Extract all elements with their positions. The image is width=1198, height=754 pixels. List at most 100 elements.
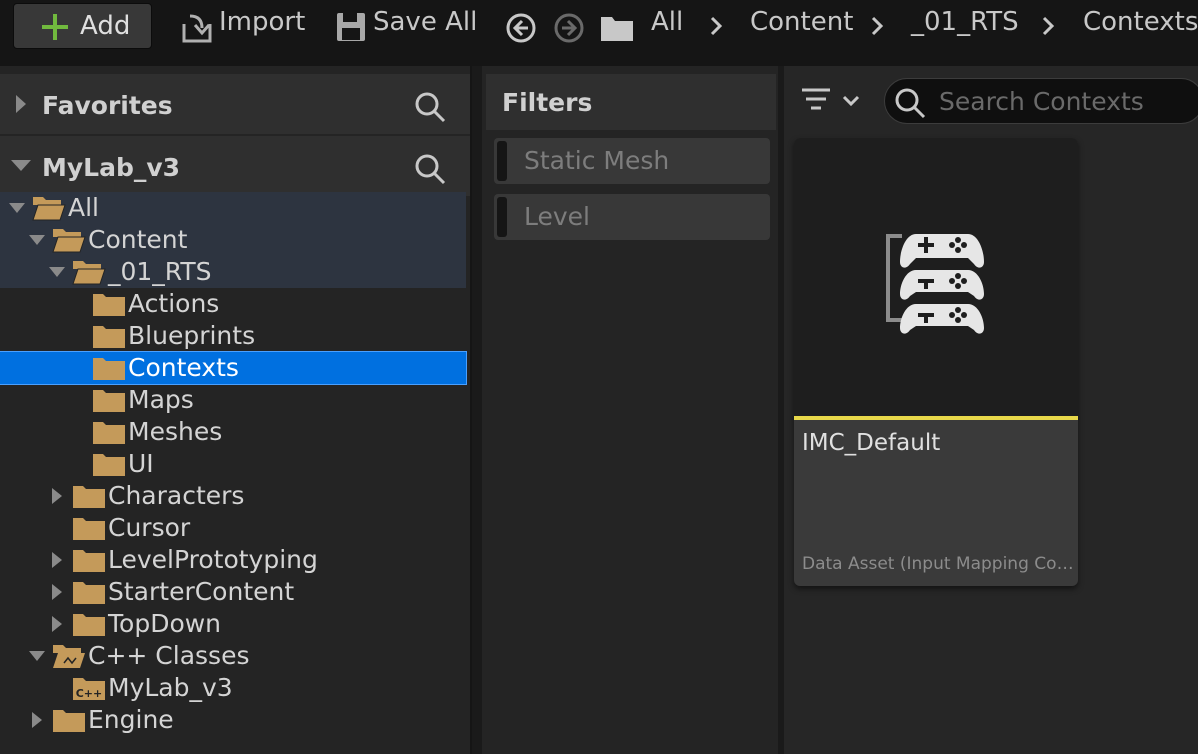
tree-item-meshes[interactable]: Meshes: [0, 416, 466, 448]
tree-item-label: Cursor: [108, 513, 191, 542]
search-icon[interactable]: [414, 153, 446, 185]
folder-icon: [93, 294, 125, 316]
favorites-title: Favorites: [42, 91, 173, 120]
add-label: Add: [80, 11, 131, 41]
tree-item-characters[interactable]: Characters: [0, 480, 466, 512]
svg-text:C++: C++: [76, 687, 103, 700]
tree-item-01-rts[interactable]: _01_RTS: [0, 256, 466, 288]
tree-item-levelprototyping[interactable]: LevelPrototyping: [0, 544, 466, 576]
tree-item-actions[interactable]: Actions: [0, 288, 466, 320]
filter-toggle[interactable]: [497, 197, 507, 237]
breadcrumb-all[interactable]: All: [651, 7, 683, 37]
save-all-button[interactable]: Save All: [373, 7, 477, 37]
tree-item-label: _01_RTS: [108, 257, 212, 286]
expand-arrow-icon[interactable]: [48, 487, 66, 505]
tree-item-topdown[interactable]: TopDown: [0, 608, 466, 640]
filter-chip-label: Level: [524, 202, 590, 231]
tree-item-content[interactable]: Content: [0, 224, 466, 256]
collapse-arrow-icon[interactable]: [10, 158, 32, 172]
asset-tile[interactable]: IMC_Default Data Asset (Input Mapping Co…: [794, 138, 1078, 586]
chevron-right-icon[interactable]: [1040, 14, 1056, 38]
tree-item-label: Characters: [108, 481, 245, 510]
collapse-arrow-icon[interactable]: [8, 199, 26, 217]
folder-icon: [53, 710, 85, 732]
add-button[interactable]: Add: [13, 3, 152, 49]
tree-item-engine[interactable]: Engine: [0, 704, 466, 736]
tree-item-label: Contexts: [128, 353, 239, 382]
code-folder-open-icon: [53, 645, 85, 668]
cpp-folder-icon: C++: [73, 678, 105, 700]
tree-item-cursor[interactable]: Cursor: [0, 512, 466, 544]
filter-chip-static-mesh[interactable]: Static Mesh: [494, 138, 770, 184]
forward-arrow-icon[interactable]: [553, 12, 585, 44]
tree-item-label: TopDown: [108, 609, 222, 638]
filters-title: Filters: [502, 88, 593, 117]
tree-item-c-classes[interactable]: C++ Classes: [0, 640, 466, 672]
folder-icon: [73, 550, 105, 572]
collapse-arrow-icon[interactable]: [48, 263, 66, 281]
tree-item-label: UI: [128, 449, 154, 478]
filter-toggle[interactable]: [497, 141, 507, 181]
collapse-arrow-icon[interactable]: [28, 647, 46, 665]
plus-icon: [42, 14, 68, 40]
folder-icon: [73, 614, 105, 636]
tree-item-all[interactable]: All: [0, 192, 466, 224]
folder-icon: [73, 518, 105, 540]
panel-splitter[interactable]: [472, 66, 482, 754]
tree-item-startercontent[interactable]: StarterContent: [0, 576, 466, 608]
folder-icon: [601, 17, 633, 41]
search-icon[interactable]: [414, 91, 446, 123]
breadcrumb-content[interactable]: Content: [750, 7, 853, 37]
folder-icon: [73, 486, 105, 508]
expand-arrow-icon[interactable]: [48, 551, 66, 569]
toolbar: Add Import Save All All Content _01_RTS …: [0, 0, 1198, 54]
asset-thumbnail: [794, 138, 1078, 416]
import-button[interactable]: Import: [219, 7, 305, 37]
search-box[interactable]: [884, 78, 1198, 124]
asset-name: IMC_Default: [802, 430, 941, 456]
chevron-right-icon[interactable]: [708, 14, 724, 38]
expand-arrow-icon[interactable]: [14, 94, 28, 114]
filter-menu-icon[interactable]: [800, 86, 864, 116]
filter-chip-label: Static Mesh: [524, 146, 670, 175]
tree-item-mylab-v3[interactable]: C++ MyLab_v3: [0, 672, 466, 704]
expand-arrow-icon[interactable]: [28, 711, 46, 729]
folder-icon: [93, 358, 125, 380]
project-header[interactable]: MyLab_v3: [0, 136, 470, 196]
tree-item-label: Meshes: [128, 417, 223, 446]
folder-icon: [93, 390, 125, 412]
import-icon: [182, 14, 212, 43]
tree-item-label: StarterContent: [108, 577, 295, 606]
expand-arrow-icon[interactable]: [48, 583, 66, 601]
tree-item-label: Content: [88, 225, 188, 254]
chevron-right-icon[interactable]: [869, 14, 885, 38]
filters-header: Filters: [486, 74, 776, 130]
folder-icon: [73, 582, 105, 604]
asset-type: Data Asset (Input Mapping Context): [802, 554, 1074, 574]
favorites-header[interactable]: Favorites: [0, 74, 470, 134]
breadcrumb-contexts[interactable]: Contexts: [1083, 7, 1198, 37]
tree-item-maps[interactable]: Maps: [0, 384, 466, 416]
tree-item-label: Blueprints: [128, 321, 256, 350]
expand-arrow-icon[interactable]: [48, 615, 66, 633]
filter-chip-level[interactable]: Level: [494, 194, 770, 240]
tree-item-label: C++ Classes: [88, 641, 250, 670]
search-icon: [895, 88, 926, 119]
tree-item-blueprints[interactable]: Blueprints: [0, 320, 466, 352]
collapse-arrow-icon[interactable]: [28, 231, 46, 249]
tree-item-label: Actions: [128, 289, 220, 318]
tree-item-label: All: [68, 193, 99, 222]
folder-open-icon: [32, 197, 66, 221]
search-input[interactable]: [939, 85, 1198, 117]
gamepad-stack-icon: [886, 234, 984, 334]
tree-item-label: Maps: [128, 385, 194, 414]
back-arrow-icon[interactable]: [505, 12, 537, 44]
tree-item-label: MyLab_v3: [108, 673, 233, 702]
project-title: MyLab_v3: [42, 153, 181, 182]
filters-panel: Filters Static Mesh Level: [482, 66, 780, 754]
breadcrumb-01-rts[interactable]: _01_RTS: [911, 7, 1019, 37]
asset-type-color-bar: [794, 416, 1078, 420]
tree-item-label: Engine: [88, 705, 174, 734]
tree-item-ui[interactable]: UI: [0, 448, 466, 480]
tree-item-contexts[interactable]: Contexts: [0, 351, 467, 385]
